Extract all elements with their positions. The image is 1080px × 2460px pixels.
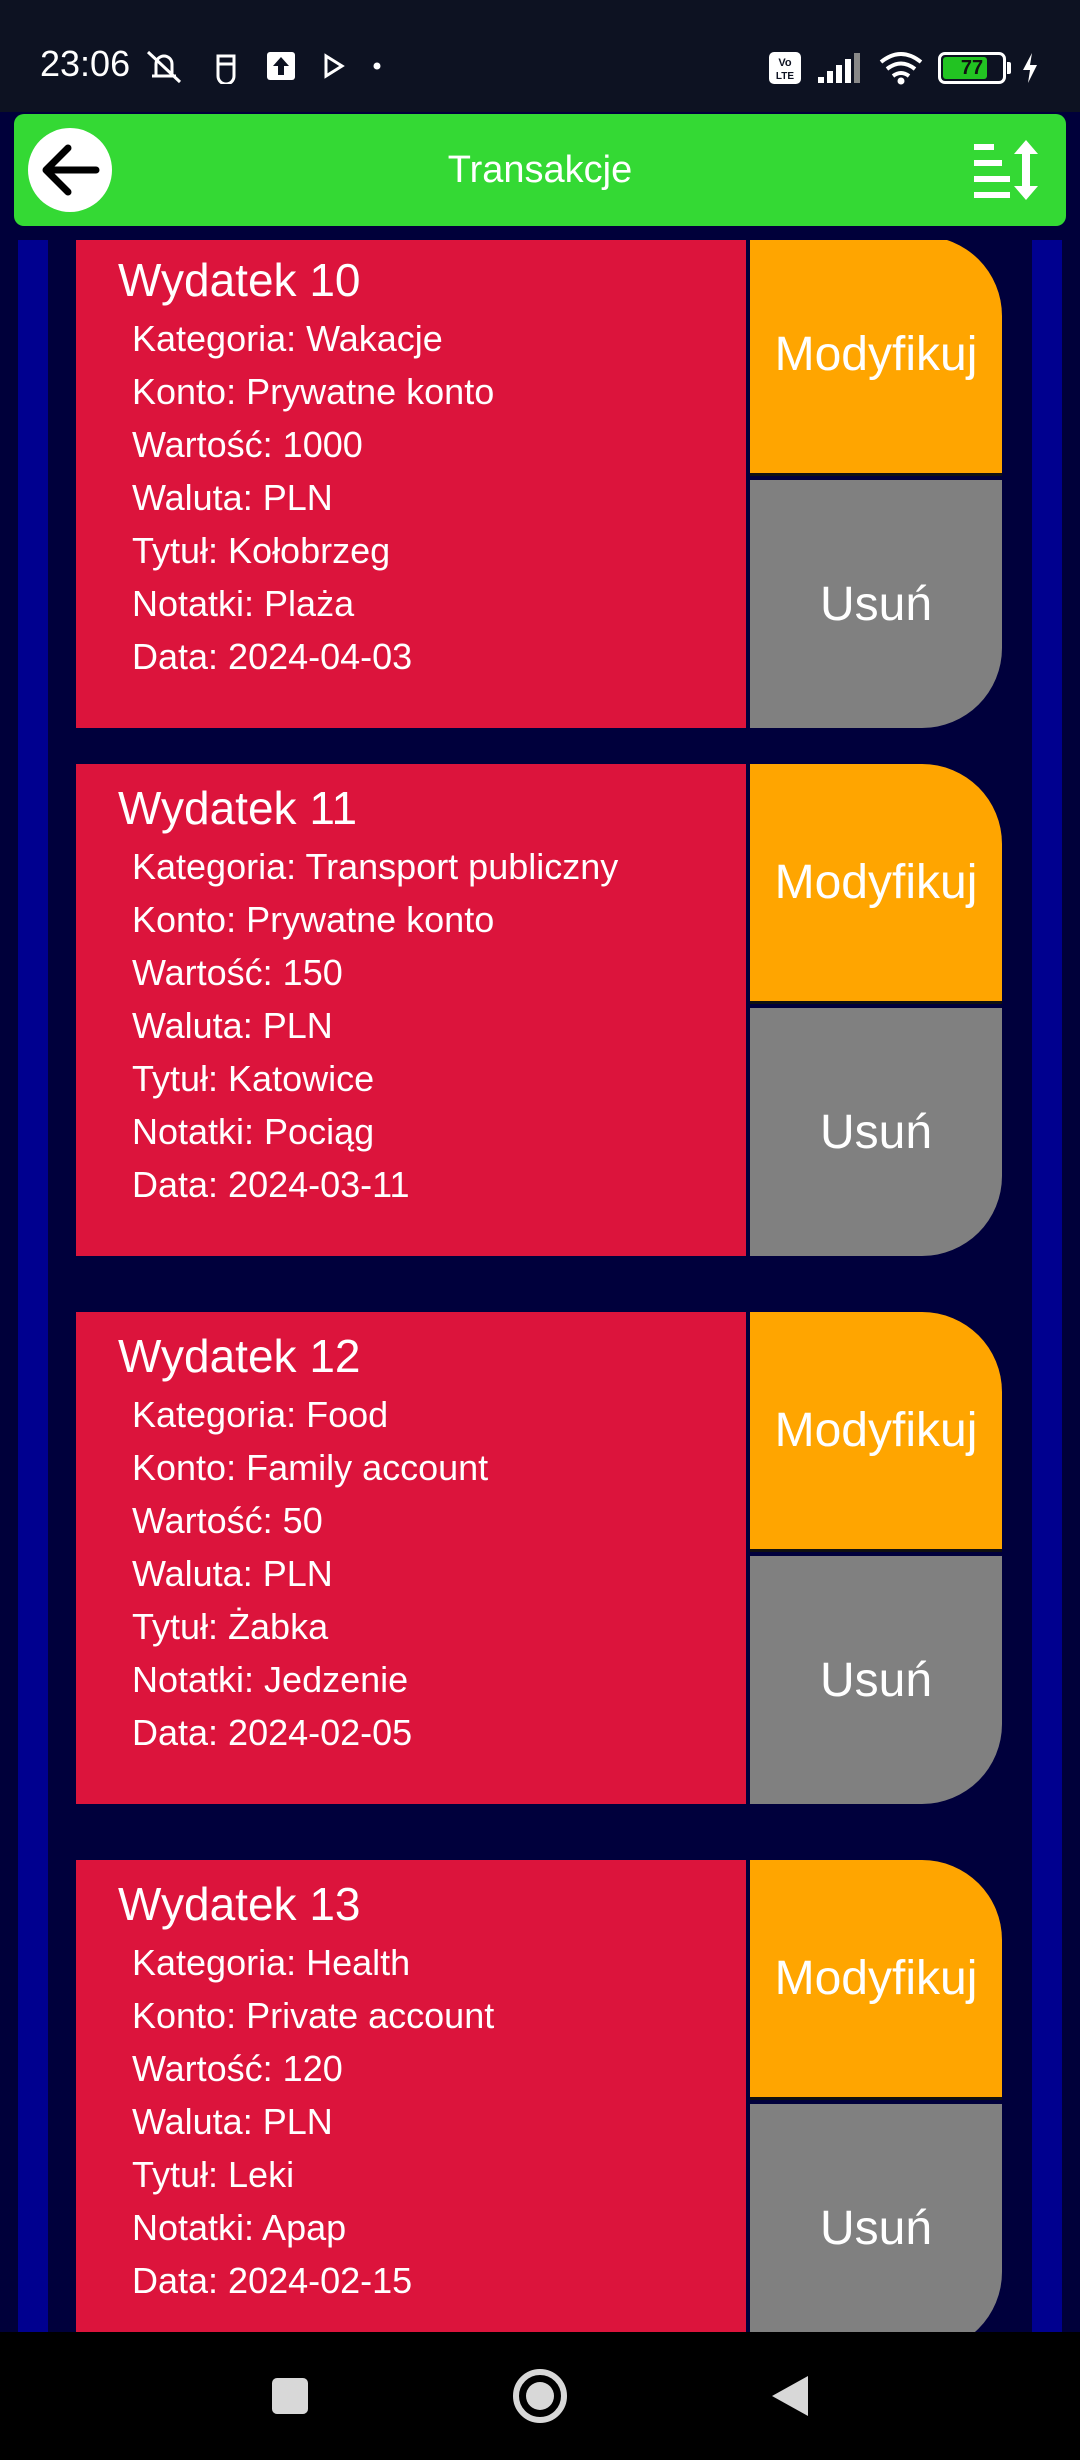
upload-icon (266, 51, 296, 81)
status-bar: 23:06 Vo LTE 77 (0, 0, 1080, 112)
transaction-currency: Waluta: PLN (132, 1005, 333, 1046)
transaction-list[interactable]: Wydatek 10 Kategoria: Wakacje Konto: Pry… (18, 240, 1062, 2332)
triangle-back-icon (772, 2376, 808, 2416)
transaction-notes: Notatki: Plaża (132, 583, 355, 624)
transaction-name: Tytuł: Katowice (132, 1058, 375, 1099)
mute-icon (142, 46, 186, 86)
transaction-actions: Modyfikuj Usuń (750, 1860, 1002, 2332)
transaction-card: Wydatek 12 Kategoria: Food Konto: Family… (76, 1312, 1002, 1804)
transaction-title: Wydatek 10 (118, 254, 361, 306)
modify-button[interactable]: Modyfikuj (750, 240, 1002, 476)
transaction-actions: Modyfikuj Usuń (750, 240, 1002, 728)
notification-icon (212, 48, 240, 84)
transaction-currency: Waluta: PLN (132, 2101, 333, 2142)
modify-button[interactable]: Modyfikuj (750, 1312, 1002, 1552)
transaction-account: Konto: Prywatne konto (132, 371, 495, 412)
page-title: Transakcje (447, 149, 633, 191)
transaction-name: Tytuł: Kołobrzeg (132, 530, 391, 571)
transaction-card: Wydatek 11 Kategoria: Transport publiczn… (76, 764, 1002, 1256)
transaction-date: Data: 2024-02-15 (132, 2260, 413, 2301)
svg-text:Vo: Vo (778, 57, 792, 69)
circle-icon (513, 2369, 567, 2423)
transaction-notes: Notatki: Jedzenie (132, 1659, 409, 1700)
status-time: 23:06 (40, 43, 131, 84)
transaction-details: Wydatek 11 Kategoria: Transport publiczn… (76, 764, 746, 1256)
transaction-date: Data: 2024-03-11 (132, 1164, 410, 1205)
battery-level: 77 (960, 56, 984, 79)
wifi-icon (878, 50, 924, 86)
signal-icon (816, 51, 864, 85)
back-nav-button[interactable] (750, 2332, 830, 2460)
transaction-actions: Modyfikuj Usuń (750, 764, 1002, 1256)
transaction-details: Wydatek 12 Kategoria: Food Konto: Family… (76, 1312, 746, 1804)
transaction-title: Wydatek 11 (118, 782, 358, 834)
navigation-bar (0, 2332, 1080, 2460)
square-icon (272, 2378, 308, 2414)
transaction-card: Wydatek 13 Kategoria: Health Konto: Priv… (76, 1860, 1002, 2332)
transaction-category: Kategoria: Health (132, 1942, 411, 1983)
transaction-date: Data: 2024-04-03 (132, 636, 413, 677)
transaction-category: Kategoria: Transport publiczny (132, 846, 619, 887)
svg-text:LTE: LTE (776, 71, 794, 82)
transaction-currency: Waluta: PLN (132, 477, 333, 518)
delete-button[interactable]: Usuń (750, 1008, 1002, 1256)
modify-button[interactable]: Modyfikuj (750, 764, 1002, 1004)
transaction-account: Konto: Family account (132, 1447, 489, 1488)
transaction-value: Wartość: 120 (132, 2048, 343, 2089)
transaction-category: Kategoria: Wakacje (132, 318, 443, 359)
modify-button[interactable]: Modyfikuj (750, 1860, 1002, 2100)
status-right-icons: Vo LTE 77 (768, 48, 1040, 88)
delete-button[interactable]: Usuń (750, 480, 1002, 728)
transaction-details: Wydatek 13 Kategoria: Health Konto: Priv… (76, 1860, 746, 2332)
volte-icon: Vo LTE (768, 51, 802, 85)
transaction-value: Wartość: 50 (132, 1500, 323, 1541)
transaction-details: Wydatek 10 Kategoria: Wakacje Konto: Pry… (76, 240, 746, 728)
app-bar: Transakcje (14, 114, 1066, 226)
battery-icon: 77 (938, 52, 1011, 84)
transaction-notes: Notatki: Apap (132, 2207, 347, 2248)
charging-icon (1020, 51, 1040, 85)
transaction-title: Wydatek 13 (118, 1878, 361, 1930)
transaction-title: Wydatek 12 (118, 1330, 361, 1382)
sort-icon (974, 140, 1038, 200)
sort-button[interactable] (972, 138, 1044, 202)
transaction-account: Konto: Private account (132, 1995, 495, 2036)
delete-button[interactable]: Usuń (750, 1556, 1002, 1804)
transaction-notes: Notatki: Pociąg (132, 1111, 375, 1152)
play-icon (322, 53, 346, 79)
transaction-value: Wartość: 150 (132, 952, 343, 993)
transaction-currency: Waluta: PLN (132, 1553, 333, 1594)
transaction-date: Data: 2024-02-05 (132, 1712, 413, 1753)
transaction-name: Tytuł: Leki (132, 2154, 295, 2195)
transaction-list-inner: Wydatek 10 Kategoria: Wakacje Konto: Pry… (48, 240, 1032, 2332)
delete-button[interactable]: Usuń (750, 2104, 1002, 2332)
transaction-actions: Modyfikuj Usuń (750, 1312, 1002, 1804)
transaction-card: Wydatek 10 Kategoria: Wakacje Konto: Pry… (76, 240, 1002, 728)
dot-icon (372, 61, 382, 71)
status-left-icons (142, 46, 382, 86)
home-button[interactable] (500, 2332, 580, 2460)
transaction-value: Wartość: 1000 (132, 424, 363, 465)
transaction-category: Kategoria: Food (132, 1394, 389, 1435)
transaction-account: Konto: Prywatne konto (132, 899, 495, 940)
transaction-name: Tytuł: Żabka (132, 1606, 329, 1647)
recents-button[interactable] (250, 2332, 330, 2460)
